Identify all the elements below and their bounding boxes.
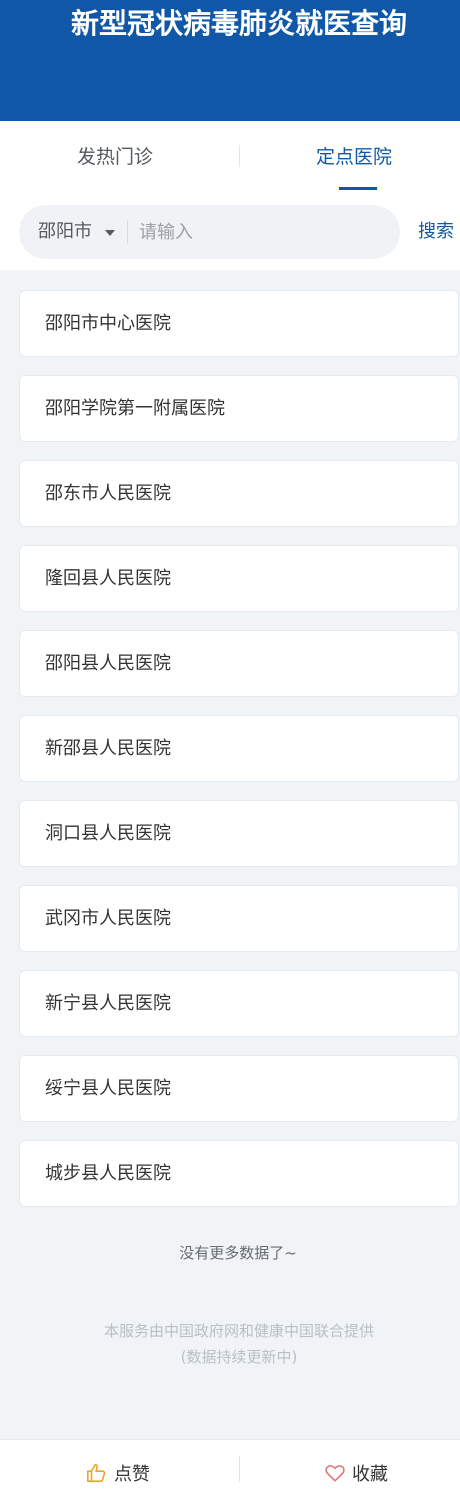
list-item[interactable]: 邵阳县人民医院 (19, 630, 459, 697)
hospital-name: 邵阳县人民医院 (45, 653, 171, 674)
hospital-list: 邵阳市中心医院 邵阳学院第一附属医院 邵东市人民医院 隆回县人民医院 邵阳县人民… (19, 290, 459, 1225)
city-selector-label: 邵阳市 (38, 221, 92, 242)
hospital-name: 绥宁县人民医院 (45, 1078, 171, 1099)
footer-note: 本服务由中国政府网和健康中国联合提供 (数据持续更新中) (0, 1318, 460, 1370)
list-item[interactable]: 邵阳学院第一附属医院 (19, 375, 459, 442)
search-bar: 邵阳市 搜索 (0, 193, 460, 270)
caret-down-icon[interactable] (105, 230, 115, 236)
footer-note-line: (数据持续更新中) (180, 1348, 298, 1366)
list-item[interactable]: 邵东市人民医院 (19, 460, 459, 527)
bottom-bar-divider (239, 1456, 240, 1482)
hospital-name: 洞口县人民医院 (45, 823, 171, 844)
hospital-name: 武冈市人民医院 (45, 908, 171, 929)
hospital-name: 邵阳市中心医院 (45, 313, 171, 334)
search-box: 邵阳市 (19, 205, 400, 259)
hospital-name: 邵阳学院第一附属医院 (45, 398, 225, 419)
list-item[interactable]: 邵阳市中心医院 (19, 290, 459, 357)
tab-fever-clinic[interactable]: 发热门诊 (0, 121, 230, 193)
footer-note-line: 本服务由中国政府网和健康中国联合提供 (103, 1322, 374, 1340)
hospital-name: 邵东市人民医院 (45, 483, 171, 504)
hospital-name: 新邵县人民医院 (45, 738, 171, 759)
no-more-data-text: 没有更多数据了~ (179, 1244, 297, 1262)
like-label: 点赞 (114, 1464, 150, 1485)
page-header: 新型冠状病毒肺炎就医查询 (0, 0, 460, 121)
list-item[interactable]: 武冈市人民医院 (19, 885, 459, 952)
tab-bar: 发热门诊 定点医院 (0, 121, 460, 193)
favorite-label: 收藏 (352, 1464, 388, 1485)
favorite-button[interactable]: 收藏 (324, 1458, 388, 1492)
list-item[interactable]: 新宁县人民医院 (19, 970, 459, 1037)
hospital-name: 城步县人民医院 (45, 1163, 171, 1184)
bottom-action-bar: 点赞 收藏 (0, 1439, 460, 1510)
list-item[interactable]: 新邵县人民医院 (19, 715, 459, 782)
search-divider (127, 220, 128, 244)
page-title: 新型冠状病毒肺炎就医查询 (70, 7, 407, 40)
search-input[interactable] (139, 205, 389, 259)
list-item[interactable]: 城步县人民医院 (19, 1140, 459, 1207)
list-item[interactable]: 绥宁县人民医院 (19, 1055, 459, 1122)
search-button[interactable]: 搜索 (418, 205, 454, 259)
active-tab-indicator (339, 187, 377, 190)
heart-icon (325, 1465, 345, 1482)
hospital-name: 新宁县人民医院 (45, 993, 171, 1014)
list-item[interactable]: 洞口县人民医院 (19, 800, 459, 867)
thumbs-up-icon (87, 1463, 106, 1483)
like-button[interactable]: 点赞 (86, 1458, 150, 1492)
city-selector[interactable]: 邵阳市 (38, 205, 92, 259)
list-item[interactable]: 隆回县人民医院 (19, 545, 459, 612)
hospital-name: 隆回县人民医院 (45, 568, 171, 589)
tab-designated-hospital[interactable]: 定点医院 (239, 121, 460, 193)
